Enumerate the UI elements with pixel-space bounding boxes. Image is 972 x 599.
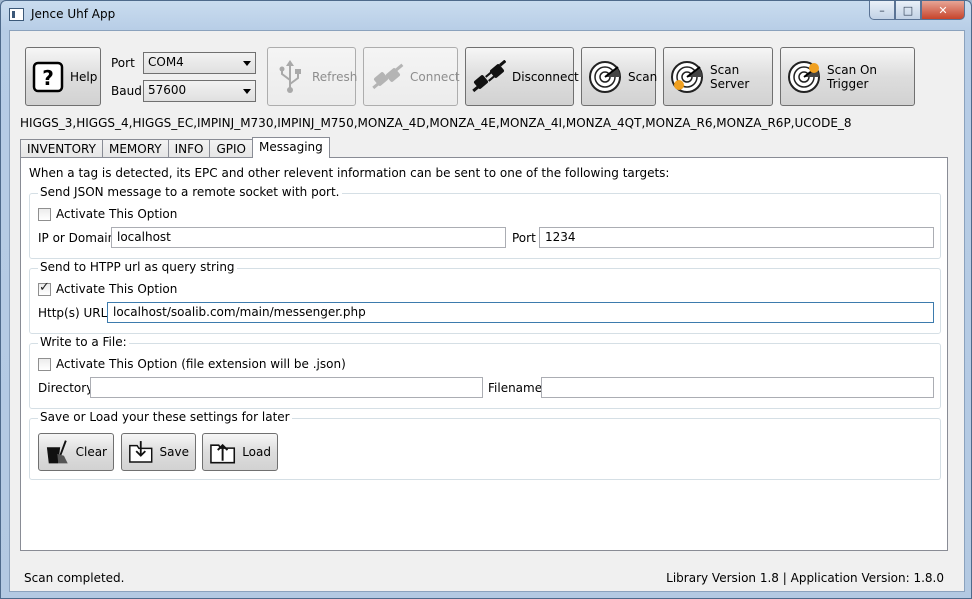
scan-on-trigger-label: Scan On Trigger	[827, 62, 878, 91]
broom-bucket-icon	[46, 440, 68, 464]
filename-field[interactable]	[541, 377, 934, 398]
checkbox-box[interactable]	[38, 207, 51, 221]
scan-server-button[interactable]: Scan Server	[663, 47, 773, 106]
settings-group: Save or Load your these settings for lat…	[29, 410, 941, 480]
port-label: Port	[111, 56, 135, 70]
version-info: Library Version 1.8 | Application Versio…	[666, 571, 944, 585]
ip-label: IP or Domain	[38, 231, 116, 245]
radar-icon	[589, 60, 621, 93]
client-area: ? Help Port COM4 Baud 57600 Refresh Conn…	[9, 30, 965, 592]
json-activate-label: Activate This Option	[56, 207, 178, 221]
scan-button[interactable]: Scan	[581, 47, 658, 106]
checkbox-box[interactable]	[38, 280, 51, 296]
baud-select[interactable]: 57600	[143, 80, 256, 102]
clear-button[interactable]: Clear	[38, 433, 114, 471]
http-group: Send to HTPP url as query string Activat…	[29, 260, 941, 334]
tab-memory[interactable]: MEMORY	[101, 139, 169, 158]
minimize-icon: –	[879, 3, 885, 17]
save-button[interactable]: Save	[121, 433, 196, 471]
folder-save-icon	[129, 441, 153, 463]
disconnect-button[interactable]: Disconnect	[465, 47, 579, 106]
usb-icon	[279, 59, 301, 93]
tab-gpio[interactable]: GPIO	[209, 139, 254, 158]
plug-connect-icon	[372, 63, 404, 89]
help-button[interactable]: ? Help	[25, 47, 101, 106]
http-activate-label: Activate This Option	[56, 282, 178, 296]
maximize-button[interactable]: □	[895, 1, 921, 20]
tab-messaging[interactable]: Messaging	[252, 137, 330, 158]
file-group-title: Write to a File:	[38, 335, 129, 349]
port-select[interactable]: COM4	[143, 52, 256, 74]
url-field[interactable]: localhost/soalib.com/main/messenger.php	[107, 302, 934, 323]
status-message: Scan completed.	[24, 571, 125, 585]
clear-label: Clear	[75, 445, 107, 459]
directory-field[interactable]	[90, 377, 483, 398]
plug-disconnect-icon	[472, 59, 506, 92]
chevron-down-icon	[243, 89, 251, 94]
file-activate-label: Activate This Option (file extension wil…	[56, 357, 346, 371]
load-button[interactable]: Load	[202, 433, 278, 471]
messaging-intro: When a tag is detected, its EPC and othe…	[29, 166, 670, 180]
port-field-label: Port	[512, 231, 536, 245]
svg-text:?: ?	[42, 66, 54, 90]
disconnect-label: Disconnect	[512, 69, 579, 84]
tab-strip: INVENTORY MEMORY INFO GPIO Messaging	[20, 137, 330, 158]
app-window: Jence Uhf App – □ ✕ ? Help Port COM4 Bau…	[0, 0, 972, 599]
help-icon: ?	[32, 61, 64, 92]
url-label: Http(s) URL:	[38, 306, 112, 320]
scan-label: Scan	[628, 69, 658, 84]
ip-field[interactable]: localhost	[111, 227, 506, 248]
json-socket-group: Send JSON message to a remote socket wit…	[29, 185, 941, 259]
filename-label: Filename	[488, 381, 543, 395]
status-bar: Scan completed. Library Version 1.8 | Ap…	[10, 561, 964, 591]
tab-info[interactable]: INFO	[167, 139, 211, 158]
baud-value: 57600	[148, 83, 187, 97]
port-field[interactable]: 1234	[539, 227, 934, 248]
minimize-button[interactable]: –	[869, 1, 895, 20]
chevron-down-icon	[243, 61, 251, 66]
folder-load-icon	[210, 443, 236, 464]
refresh-label: Refresh	[312, 69, 358, 84]
file-group: Write to a File: Activate This Option (f…	[29, 335, 941, 409]
json-activate-checkbox[interactable]: Activate This Option	[38, 207, 177, 221]
file-activate-checkbox[interactable]: Activate This Option (file extension wil…	[38, 357, 346, 371]
window-title: Jence Uhf App	[31, 7, 116, 21]
app-icon	[9, 8, 24, 21]
title-bar[interactable]: Jence Uhf App – □ ✕	[1, 1, 971, 29]
json-group-title: Send JSON message to a remote socket wit…	[38, 185, 342, 199]
radar-server-icon	[671, 60, 703, 93]
save-label: Save	[159, 445, 189, 459]
maximize-icon: □	[902, 3, 914, 17]
http-activate-checkbox[interactable]: Activate This Option	[38, 280, 178, 296]
scan-on-trigger-button[interactable]: Scan On Trigger	[780, 47, 915, 106]
refresh-button[interactable]: Refresh	[267, 47, 358, 106]
port-value: COM4	[148, 55, 184, 69]
scan-server-label: Scan Server	[710, 62, 750, 91]
checkbox-box[interactable]	[38, 357, 51, 371]
connect-button[interactable]: Connect	[363, 47, 460, 106]
load-label: Load	[242, 445, 271, 459]
directory-label: Directory	[38, 381, 94, 395]
messaging-panel: When a tag is detected, its EPC and othe…	[20, 157, 948, 551]
settings-group-title: Save or Load your these settings for lat…	[38, 410, 292, 424]
close-button[interactable]: ✕	[921, 1, 965, 20]
radar-trigger-icon	[788, 60, 820, 93]
http-group-title: Send to HTPP url as query string	[38, 260, 237, 274]
connect-label: Connect	[410, 69, 460, 84]
help-label: Help	[70, 69, 98, 84]
supported-tag-types: HIGGS_3,HIGGS_4,HIGGS_EC,IMPINJ_M730,IMP…	[20, 116, 852, 130]
baud-label: Baud	[111, 84, 142, 98]
close-icon: ✕	[938, 3, 948, 17]
tab-inventory[interactable]: INVENTORY	[20, 139, 103, 158]
window-controls: – □ ✕	[869, 1, 965, 20]
